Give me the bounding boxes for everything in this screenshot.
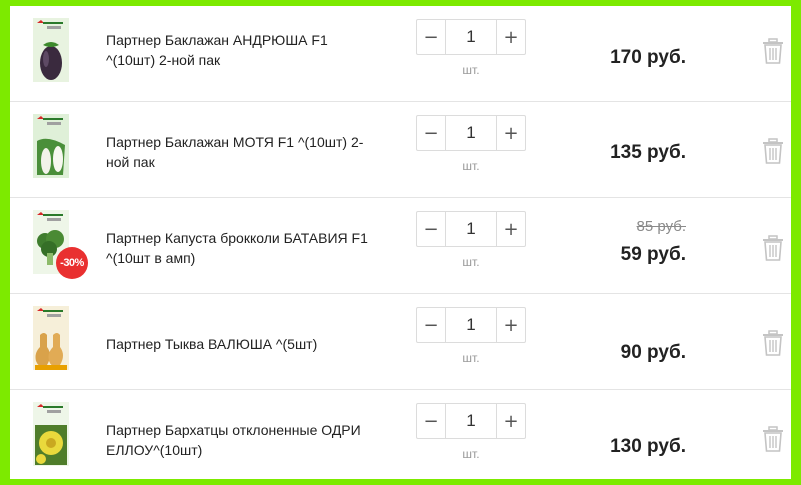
cart-item: -30% Партнер Капуста брокколи БАТАВИЯ F1… <box>10 198 791 294</box>
cart-item: Партнер Тыква ВАЛЮША ^(5шт) − 1 + шт. 90… <box>10 294 791 390</box>
quantity-stepper: − 1 + <box>416 211 526 247</box>
decrease-quantity-button[interactable]: − <box>417 116 446 150</box>
item-price: 90 руб. <box>620 342 686 363</box>
quantity-unit: шт. <box>462 255 480 269</box>
quantity-value[interactable]: 1 <box>446 20 496 54</box>
cart-list: Партнер Баклажан АНДРЮША F1 ^(10шт) 2-но… <box>10 6 791 479</box>
decrease-quantity-button[interactable]: − <box>417 308 446 342</box>
quantity-value[interactable]: 1 <box>446 212 496 246</box>
cart-item: Партнер Баклажан МОТЯ F1 ^(10шт) 2-ной п… <box>10 102 791 198</box>
quantity-unit: шт. <box>462 159 480 173</box>
increase-quantity-button[interactable]: + <box>496 20 525 54</box>
trash-icon[interactable] <box>762 330 784 356</box>
decrease-quantity-button[interactable]: − <box>417 404 446 438</box>
quantity-stepper: − 1 + <box>416 115 526 151</box>
trash-icon[interactable] <box>762 235 784 261</box>
quantity-unit: шт. <box>462 63 480 77</box>
marigold-seed-packet-icon <box>29 399 73 469</box>
product-thumbnail[interactable] <box>29 111 73 181</box>
quantity-unit: шт. <box>462 351 480 365</box>
pumpkin-seed-packet-icon <box>29 303 73 373</box>
quantity-stepper: − 1 + <box>416 19 526 55</box>
product-name[interactable]: Партнер Баклажан МОТЯ F1 ^(10шт) 2-ной п… <box>106 132 376 172</box>
product-thumbnail[interactable] <box>29 15 73 85</box>
old-price: 85 руб. <box>636 218 686 235</box>
quantity-stepper: − 1 + <box>416 403 526 439</box>
quantity-stepper: − 1 + <box>416 307 526 343</box>
cart-item: Партнер Бархатцы отклоненные ОДРИ ЕЛЛОУ^… <box>10 390 791 479</box>
product-name[interactable]: Партнер Тыква ВАЛЮША ^(5шт) <box>106 334 376 354</box>
item-price: 59 руб. <box>620 244 686 265</box>
product-name[interactable]: Партнер Баклажан АНДРЮША F1 ^(10шт) 2-но… <box>106 30 376 70</box>
item-price: 130 руб. <box>610 436 686 457</box>
quantity-value[interactable]: 1 <box>446 404 496 438</box>
item-price: 135 руб. <box>610 142 686 163</box>
discount-badge: -30% <box>56 247 88 279</box>
increase-quantity-button[interactable]: + <box>496 116 525 150</box>
product-name[interactable]: Партнер Капуста брокколи БАТАВИЯ F1 ^(10… <box>106 228 376 268</box>
trash-icon[interactable] <box>762 38 784 64</box>
quantity-value[interactable]: 1 <box>446 308 496 342</box>
quantity-unit: шт. <box>462 447 480 461</box>
cart-item: Партнер Баклажан АНДРЮША F1 ^(10шт) 2-но… <box>10 6 791 102</box>
product-thumbnail[interactable] <box>29 399 73 469</box>
eggplant-dark-seed-packet-icon <box>29 15 73 85</box>
increase-quantity-button[interactable]: + <box>496 212 525 246</box>
quantity-value[interactable]: 1 <box>446 116 496 150</box>
product-name[interactable]: Партнер Бархатцы отклоненные ОДРИ ЕЛЛОУ^… <box>106 420 376 460</box>
trash-icon[interactable] <box>762 138 784 164</box>
decrease-quantity-button[interactable]: − <box>417 212 446 246</box>
trash-icon[interactable] <box>762 426 784 452</box>
item-price: 170 руб. <box>610 47 686 68</box>
decrease-quantity-button[interactable]: − <box>417 20 446 54</box>
eggplant-white-seed-packet-icon <box>29 111 73 181</box>
increase-quantity-button[interactable]: + <box>496 308 525 342</box>
increase-quantity-button[interactable]: + <box>496 404 525 438</box>
product-thumbnail[interactable] <box>29 303 73 373</box>
